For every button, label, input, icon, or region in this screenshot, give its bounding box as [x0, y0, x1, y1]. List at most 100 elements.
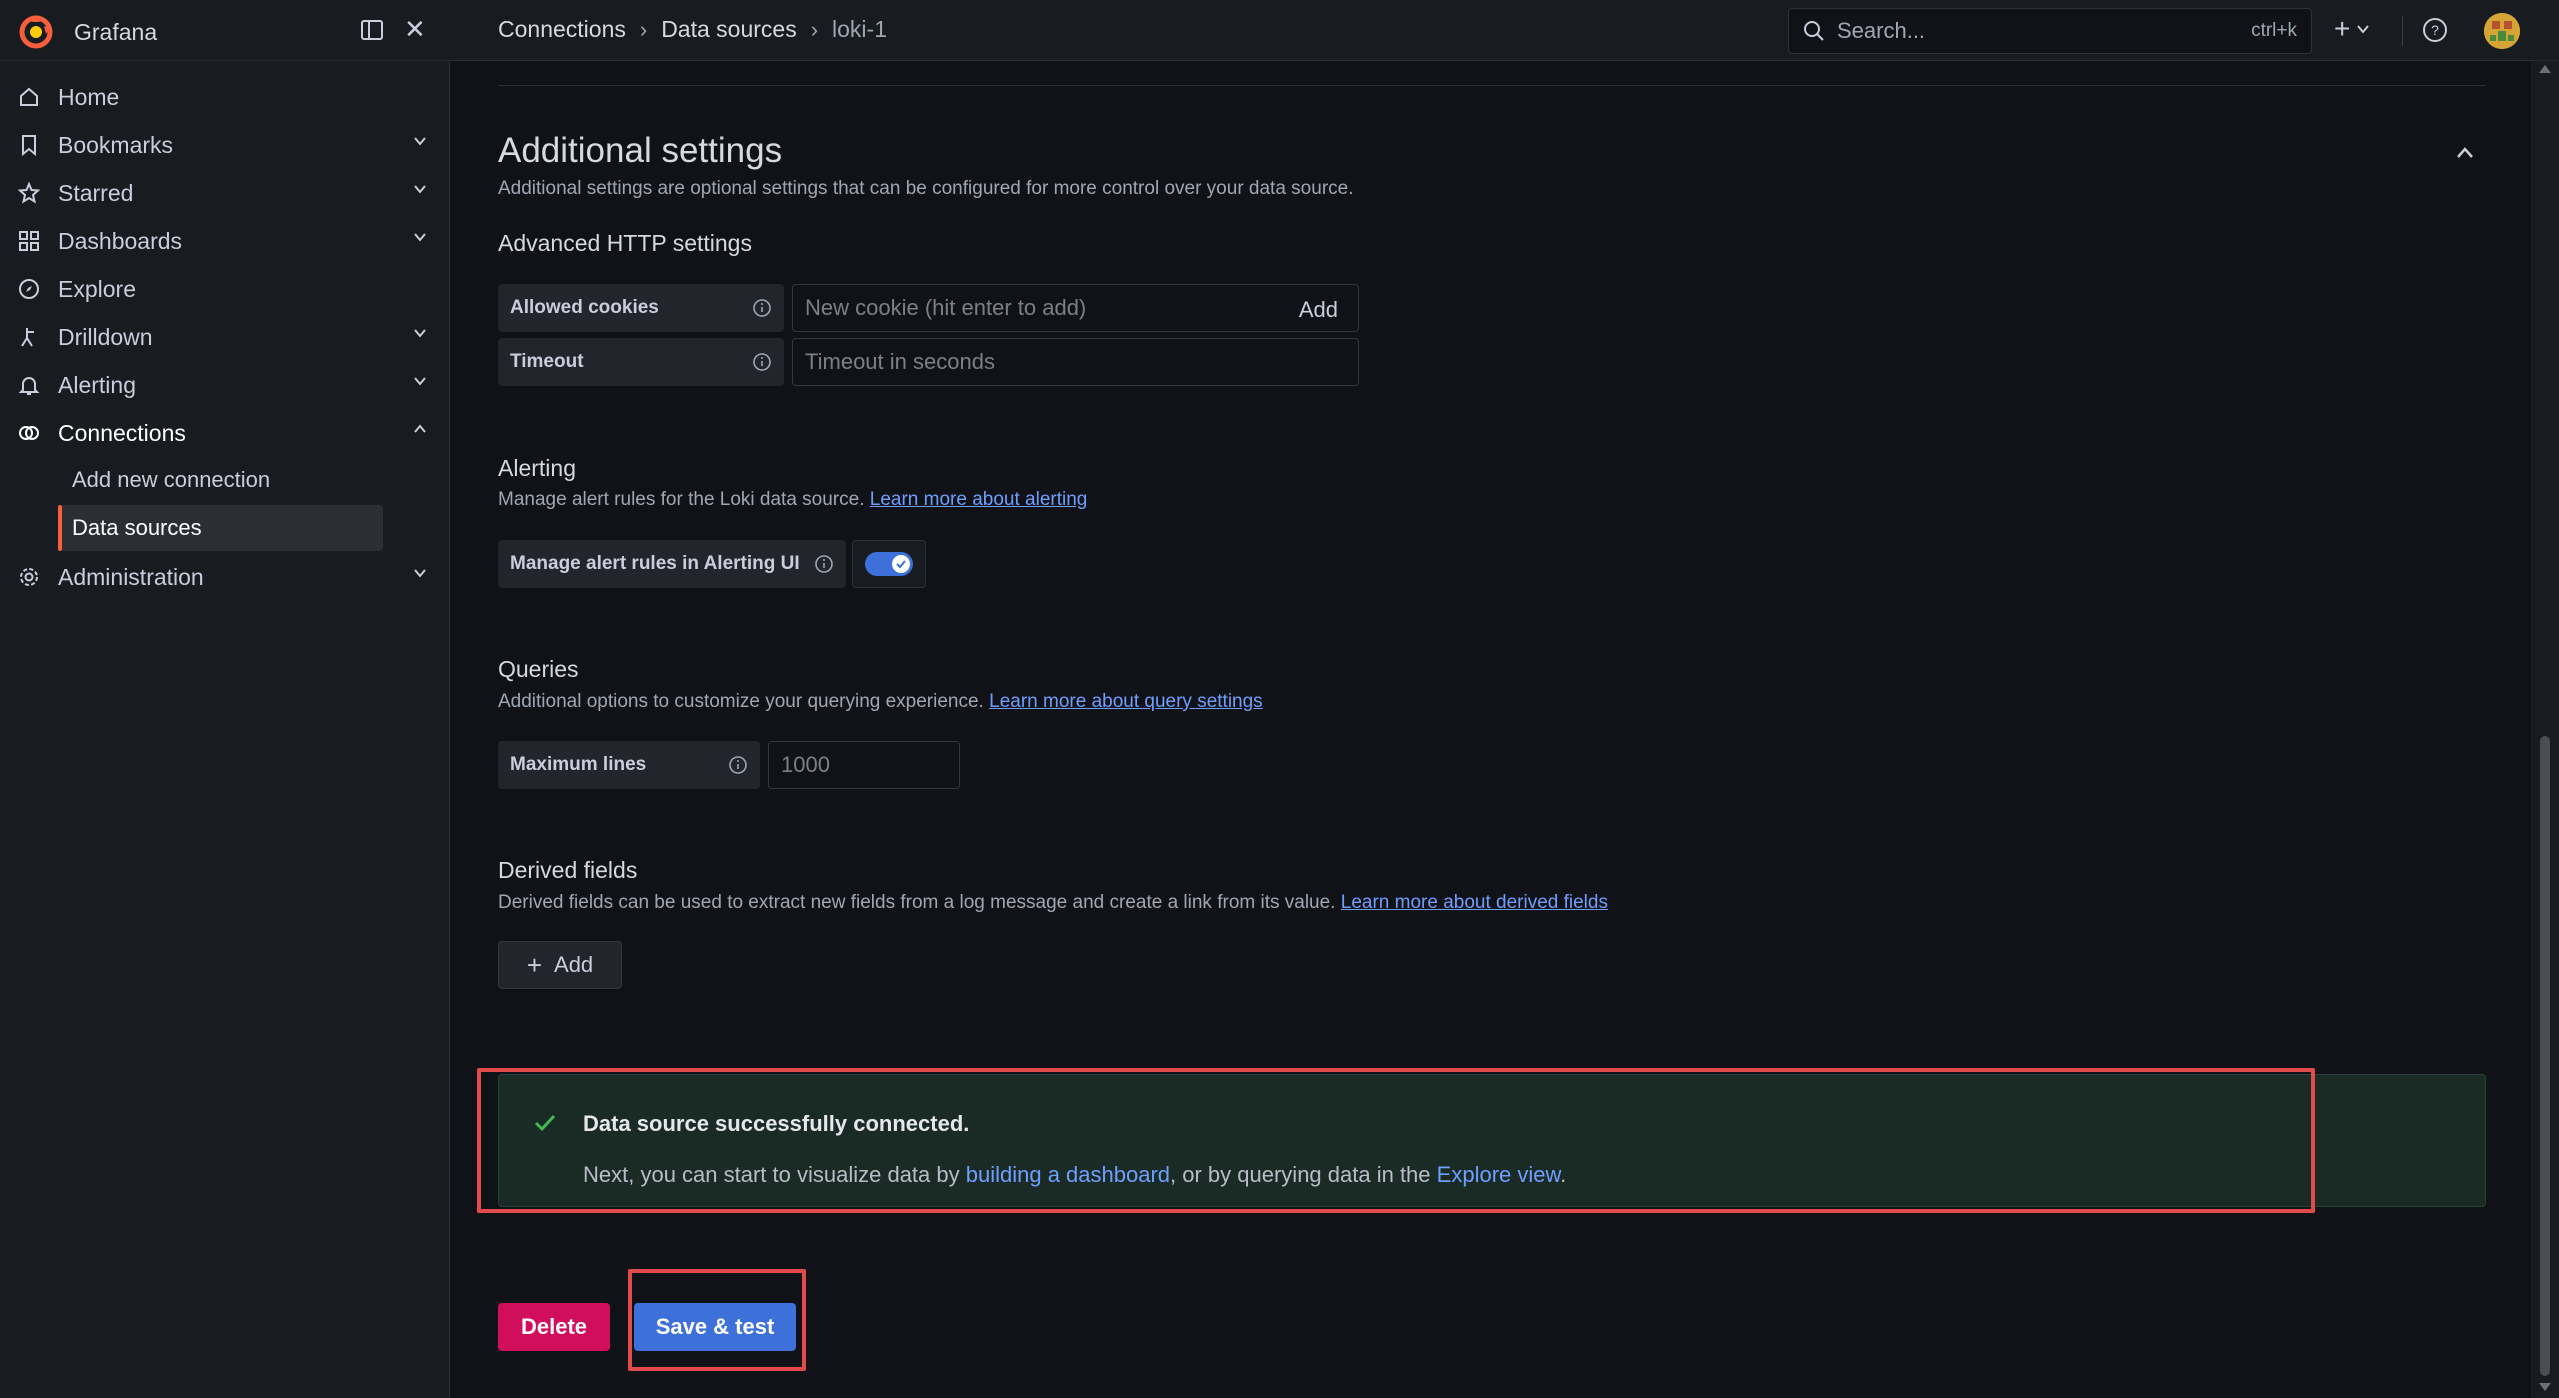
divider: [498, 85, 2486, 86]
add-cookie-button[interactable]: Add: [1299, 297, 1338, 323]
section-title-additional-settings: Additional settings: [498, 131, 783, 170]
breadcrumb-data-sources[interactable]: Data sources: [661, 16, 797, 43]
app-title: Grafana: [74, 18, 158, 45]
compass-icon: [19, 279, 39, 299]
info-icon[interactable]: [752, 298, 772, 318]
timeout-input[interactable]: Timeout in seconds: [792, 338, 1359, 386]
chevron-down-icon[interactable]: [412, 181, 428, 197]
sidebar-item-connections[interactable]: Connections: [0, 409, 450, 457]
chevron-down-icon[interactable]: [412, 373, 428, 389]
dock-menu-icon[interactable]: [360, 18, 384, 42]
svg-text:?: ?: [2431, 22, 2439, 38]
scroll-down-arrow-icon[interactable]: [2539, 1383, 2551, 1391]
queries-learn-more-link[interactable]: Learn more about query settings: [989, 691, 1263, 712]
input-placeholder: Timeout in seconds: [805, 349, 995, 374]
sidebar-item-home[interactable]: Home: [0, 73, 450, 121]
avatar[interactable]: [2484, 13, 2520, 49]
sidebar-item-label: Data sources: [72, 515, 202, 540]
delete-button[interactable]: Delete: [498, 1303, 610, 1351]
chevron-up-icon[interactable]: [2453, 141, 2477, 165]
label-text: Manage alert rules in Alerting UI: [510, 553, 800, 574]
label-text: Maximum lines: [510, 754, 647, 775]
allowed-cookies-input[interactable]: New cookie (hit enter to add) Add: [792, 284, 1359, 332]
top-bar: Grafana ✕ Connections › Data sources › l…: [0, 0, 2559, 61]
search-placeholder: Search...: [1837, 18, 1926, 43]
search-input[interactable]: Search... ctrl+k: [1788, 8, 2312, 54]
sidebar-item-label: Connections: [58, 419, 186, 446]
sidebar-item-label: Dashboards: [58, 227, 183, 254]
sidebar-item-bookmarks[interactable]: Bookmarks: [0, 121, 450, 169]
button-label: Add: [554, 952, 594, 977]
sidebar-item-alerting[interactable]: Alerting: [0, 361, 450, 409]
plus-icon: +: [2334, 13, 2351, 44]
sidebar-item-administration[interactable]: Administration: [0, 553, 450, 601]
sidebar-item-label: Bookmarks: [58, 131, 174, 158]
subsection-title-alerting: Alerting: [498, 455, 576, 481]
divider: [2402, 16, 2403, 46]
chevron-down-icon[interactable]: [412, 325, 428, 341]
allowed-cookies-label: Allowed cookies: [498, 284, 784, 332]
queries-description: Additional options to customize your que…: [498, 691, 1263, 713]
derived-learn-more-link[interactable]: Learn more about derived fields: [1341, 892, 1608, 913]
toggle-knob: [892, 555, 910, 573]
sidebar-item-dashboards[interactable]: Dashboards: [0, 217, 450, 265]
sidebar: Home Bookmarks Starred Dashboards Explor…: [0, 61, 450, 1398]
alerting-description: Manage alert rules for the Loki data sou…: [498, 489, 1087, 511]
home-icon: [20, 87, 38, 106]
info-icon[interactable]: [728, 755, 748, 775]
scrollbar-thumb[interactable]: [2540, 736, 2550, 1376]
derived-description: Derived fields can be used to extract ne…: [498, 892, 1608, 914]
maximum-lines-label: Maximum lines: [498, 741, 760, 789]
help-icon[interactable]: ?: [2422, 17, 2448, 43]
description-text: Additional options to customize your que…: [498, 691, 984, 712]
toggle-switch[interactable]: [865, 552, 913, 576]
section-description: Additional settings are optional setting…: [498, 178, 1354, 199]
sidebar-item-add-new-connection[interactable]: Add new connection: [58, 457, 383, 503]
subsection-title-http: Advanced HTTP settings: [498, 230, 752, 256]
new-button[interactable]: +: [2334, 14, 2370, 44]
breadcrumb-current: loki-1: [832, 16, 887, 42]
label-text: Timeout: [510, 351, 584, 372]
sidebar-item-drilldown[interactable]: Drilldown: [0, 313, 450, 361]
brand[interactable]: Grafana: [18, 14, 157, 50]
check-icon: [896, 560, 906, 569]
sidebar-item-label: Starred: [58, 179, 134, 206]
chevron-right-icon: ›: [810, 16, 819, 42]
input-placeholder: New cookie (hit enter to add): [805, 295, 1087, 320]
chevron-down-icon[interactable]: [412, 229, 428, 245]
chevron-down-icon[interactable]: [412, 133, 428, 149]
description-text: Derived fields can be used to extract ne…: [498, 892, 1336, 913]
chevron-down-icon: [2357, 25, 2370, 34]
manage-alert-rules-label: Manage alert rules in Alerting UI: [498, 540, 846, 588]
sidebar-item-starred[interactable]: Starred: [0, 169, 450, 217]
close-menu-icon[interactable]: ✕: [404, 16, 426, 42]
chevron-right-icon: ›: [639, 16, 648, 42]
sidebar-item-explore[interactable]: Explore: [0, 265, 450, 313]
sidebar-item-label: Alerting: [58, 371, 136, 398]
maximum-lines-input[interactable]: 1000: [768, 741, 960, 789]
sidebar-item-data-sources[interactable]: Data sources: [58, 505, 383, 551]
info-icon[interactable]: [752, 352, 772, 372]
description-text: Manage alert rules for the Loki data sou…: [498, 489, 865, 510]
scroll-up-arrow-icon[interactable]: [2539, 65, 2551, 73]
main-content: Additional settings Additional settings …: [451, 61, 2531, 1398]
connections-icon: [19, 426, 39, 440]
chevron-down-icon[interactable]: [412, 565, 428, 581]
add-derived-field-button[interactable]: + Add: [498, 941, 622, 989]
drilldown-icon: [21, 328, 34, 347]
manage-alert-rules-toggle[interactable]: [852, 540, 926, 588]
bookmark-icon: [22, 135, 36, 156]
label-text: Allowed cookies: [510, 297, 659, 318]
alerting-learn-more-link[interactable]: Learn more about alerting: [870, 489, 1088, 510]
breadcrumb-connections[interactable]: Connections: [498, 16, 626, 43]
input-placeholder: 1000: [781, 752, 830, 777]
search-icon: [1804, 21, 1824, 41]
info-icon[interactable]: [814, 554, 834, 574]
subsection-title-derived-fields: Derived fields: [498, 857, 638, 883]
sidebar-item-label: Explore: [58, 275, 136, 302]
chevron-up-icon[interactable]: [412, 421, 428, 437]
scrollbar[interactable]: [2531, 61, 2559, 1398]
alert-highlight-box: [477, 1068, 2315, 1213]
bell-icon: [18, 377, 40, 395]
breadcrumb: Connections › Data sources › loki-1: [498, 16, 887, 43]
